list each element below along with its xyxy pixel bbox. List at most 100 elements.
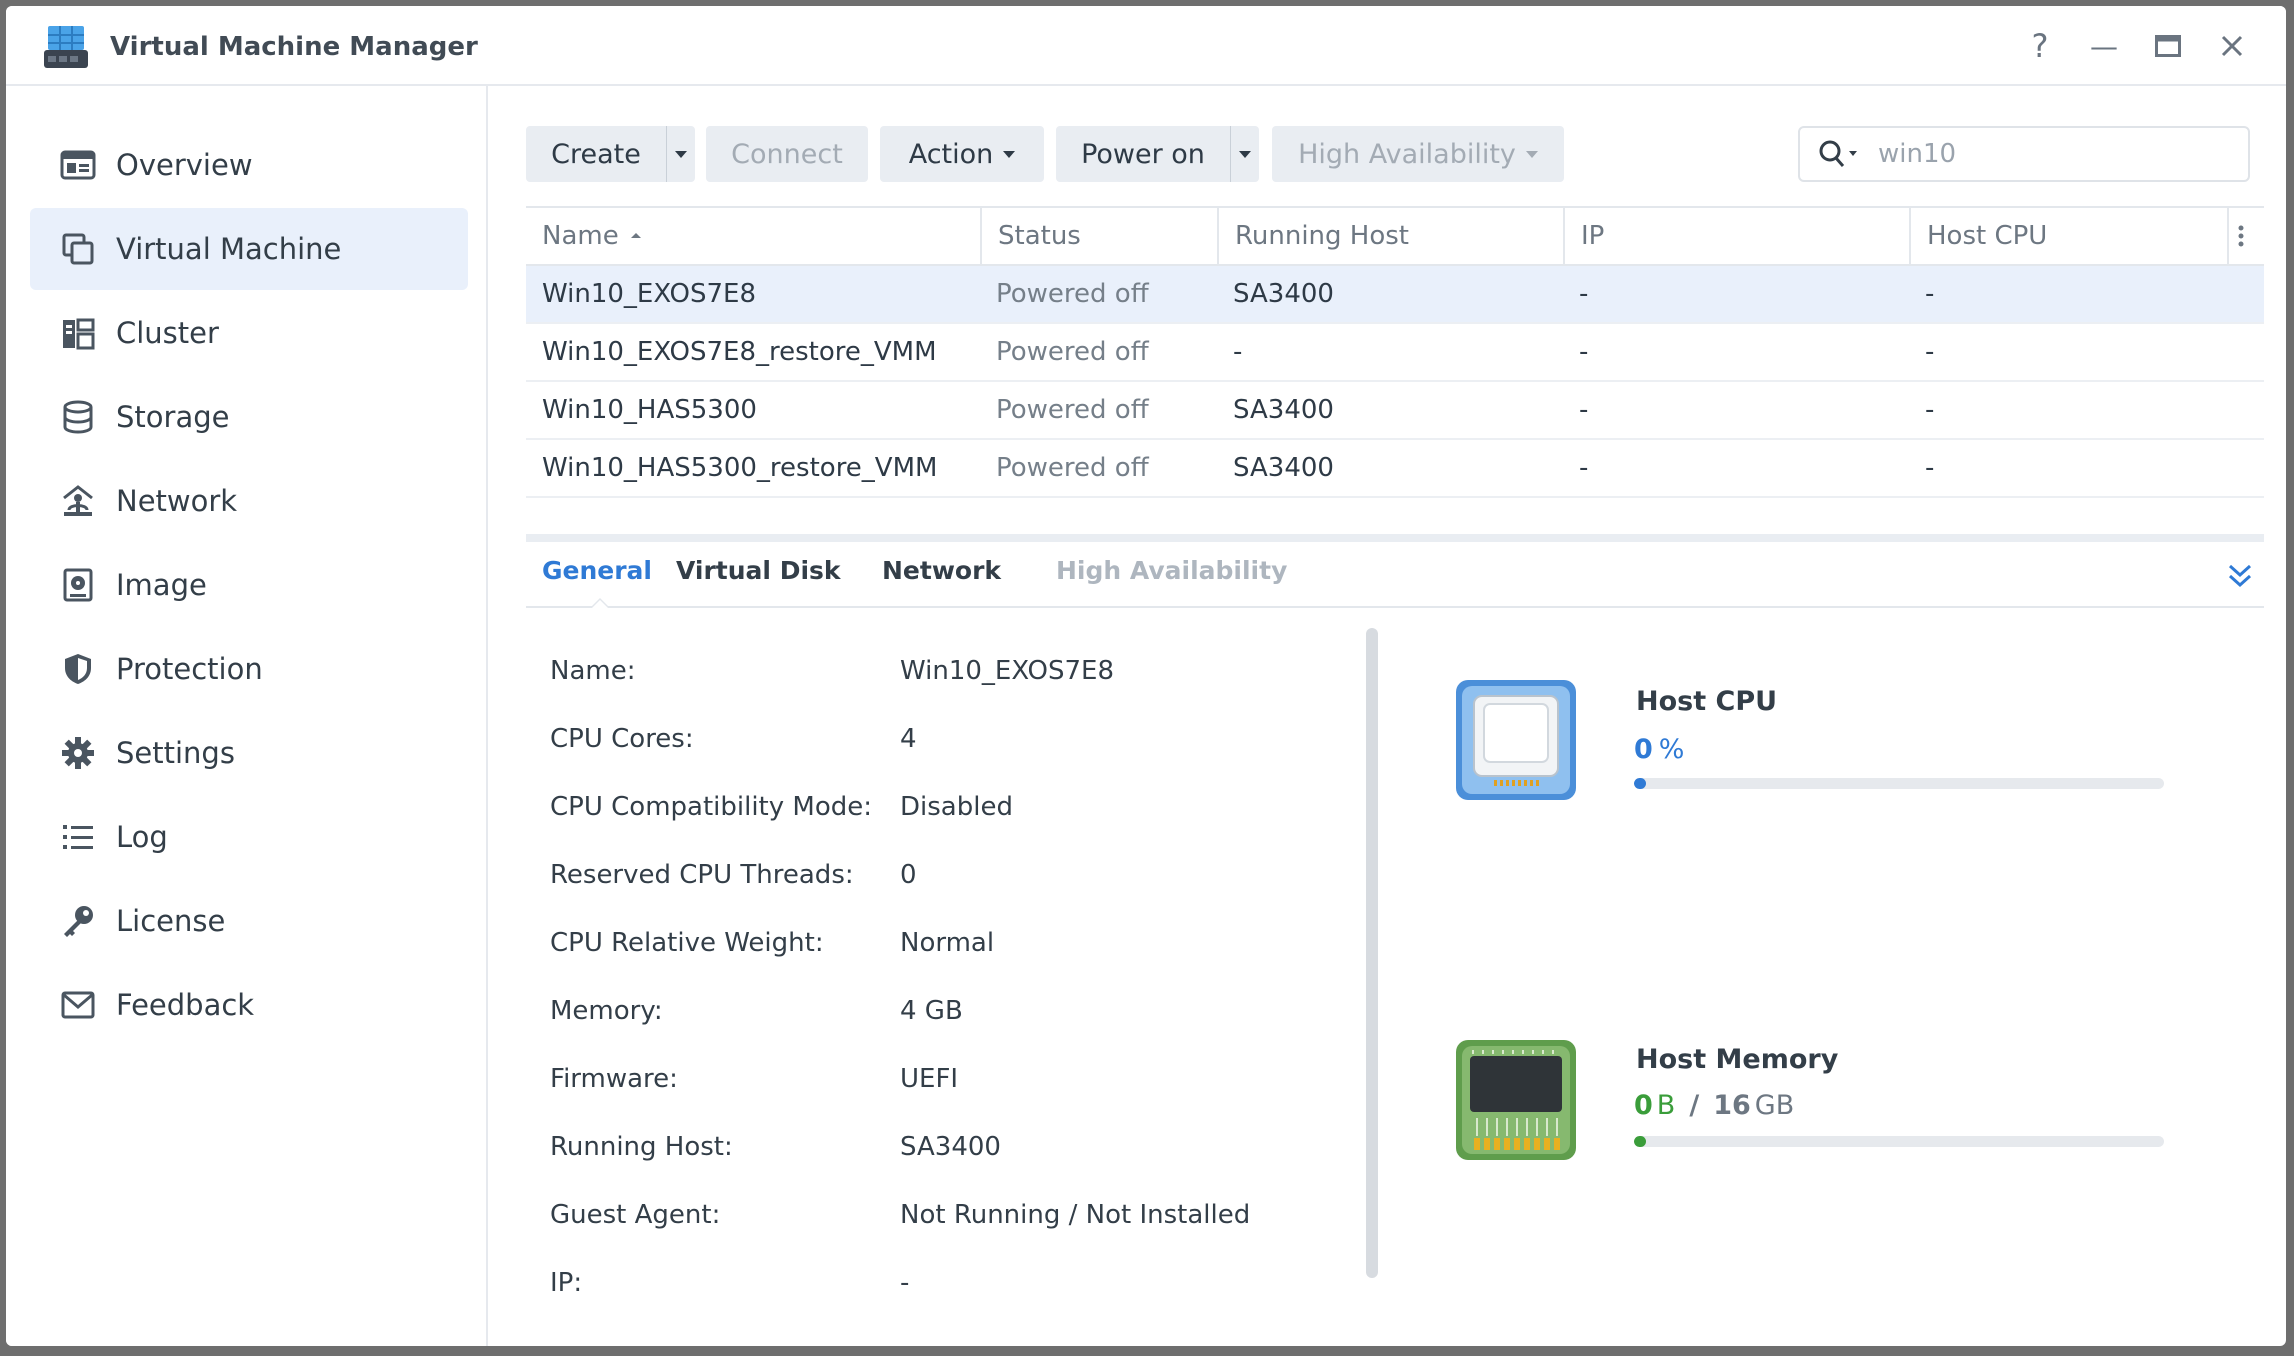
sidebar-item-image[interactable]: Image	[30, 544, 468, 626]
gear-icon	[58, 733, 98, 773]
host-memory-separator: /	[1689, 1090, 1700, 1121]
vm-ip: -	[1579, 453, 1589, 483]
table-row[interactable]: Win10_EXOS7E8_restore_VMM Powered off - …	[526, 324, 2264, 382]
search-icon[interactable]	[1818, 139, 1864, 169]
vm-host-cpu: -	[1925, 453, 1935, 483]
vm-name: Win10_HAS5300	[542, 395, 757, 425]
sidebar-item-label: Virtual Machine	[116, 232, 342, 266]
column-header-ip[interactable]: IP	[1563, 208, 1909, 264]
host-memory-total: 16	[1713, 1090, 1751, 1121]
shield-icon	[58, 649, 98, 689]
tab-network[interactable]: Network	[882, 556, 1001, 585]
sidebar-item-feedback[interactable]: Feedback	[30, 964, 468, 1046]
vmm-app-icon	[44, 26, 88, 68]
vm-running-host: SA3400	[1233, 395, 1334, 425]
search-input[interactable]	[1876, 138, 2200, 170]
chevron-down-icon	[1239, 150, 1251, 158]
host-cpu-progress-bar	[1634, 778, 2164, 789]
vm-host-cpu: -	[1925, 395, 1935, 425]
table-row[interactable]: Win10_HAS5300_restore_VMM Powered off SA…	[526, 440, 2264, 498]
vm-status: Powered off	[996, 337, 1149, 367]
create-dropdown-button[interactable]	[666, 126, 695, 182]
column-header-status[interactable]: Status	[980, 208, 1217, 264]
property-value: 4	[900, 724, 917, 754]
collapse-panel-icon[interactable]	[2226, 562, 2254, 590]
active-tab-indicator	[590, 598, 610, 608]
sidebar-item-label: Image	[116, 568, 207, 602]
property-label: Guest Agent:	[550, 1200, 721, 1230]
maximize-button[interactable]	[2144, 22, 2192, 70]
minimize-button[interactable]: —	[2080, 22, 2128, 70]
property-label: Reserved CPU Threads:	[550, 860, 854, 890]
property-value: 0	[900, 860, 917, 890]
sidebar-item-virtual-machine[interactable]: Virtual Machine	[30, 208, 468, 290]
vm-table: Name Status Running Host IP Host CPU Win…	[526, 206, 2264, 498]
column-header-running-host[interactable]: Running Host	[1217, 208, 1563, 264]
host-memory-progress-bar	[1634, 1136, 2164, 1147]
vm-running-host: SA3400	[1233, 453, 1334, 483]
search-box[interactable]	[1798, 126, 2250, 182]
vm-name: Win10_EXOS7E8_restore_VMM	[542, 337, 937, 367]
power-on-button[interactable]: Power on	[1056, 126, 1230, 182]
cpu-chip-icon	[1456, 680, 1576, 800]
table-row[interactable]: Win10_HAS5300 Powered off SA3400 - -	[526, 382, 2264, 440]
tab-general[interactable]: General	[542, 556, 652, 585]
sidebar-item-settings[interactable]: Settings	[30, 712, 468, 794]
property-label: CPU Cores:	[550, 724, 694, 754]
vm-ip: -	[1579, 337, 1589, 367]
sidebar-item-label: Network	[116, 484, 238, 518]
properties-scrollbar[interactable]	[1366, 628, 1378, 1278]
column-options-button[interactable]	[2227, 208, 2264, 264]
action-button[interactable]: Action	[880, 126, 1044, 182]
host-cpu-value: 0	[1634, 734, 1653, 765]
high-availability-button[interactable]: High Availability	[1272, 126, 1564, 182]
sidebar-item-license[interactable]: License	[30, 880, 468, 962]
property-value: SA3400	[900, 1132, 1001, 1162]
column-header-host-cpu[interactable]: Host CPU	[1909, 208, 2227, 264]
host-cpu-unit: %	[1658, 734, 1685, 765]
power-on-dropdown-button[interactable]	[1230, 126, 1259, 182]
sidebar-item-network[interactable]: Network	[30, 460, 468, 542]
host-cpu-progress-fill	[1634, 778, 1646, 789]
network-icon	[58, 481, 98, 521]
property-value: -	[900, 1268, 910, 1298]
close-button[interactable]	[2208, 22, 2256, 70]
tab-virtual-disk[interactable]: Virtual Disk	[676, 556, 841, 585]
panel-splitter[interactable]	[526, 534, 2264, 542]
tab-high-availability[interactable]: High Availability	[1056, 556, 1287, 585]
sidebar-item-storage[interactable]: Storage	[30, 376, 468, 458]
sidebar-item-label: Feedback	[116, 988, 255, 1022]
sort-ascending-icon	[630, 233, 641, 238]
sidebar-item-label: Log	[116, 820, 168, 854]
host-cpu-usage: 0%	[1634, 734, 1684, 765]
maximize-icon	[2155, 35, 2181, 57]
property-value: Normal	[900, 928, 995, 958]
help-button[interactable]: ?	[2016, 22, 2064, 70]
property-value: Not Running / Not Installed	[900, 1200, 1251, 1230]
key-icon	[58, 901, 98, 941]
sidebar-item-overview[interactable]: Overview	[30, 124, 468, 206]
image-icon	[58, 565, 98, 605]
host-memory-used-unit: B	[1656, 1090, 1676, 1121]
vm-name: Win10_EXOS7E8	[542, 279, 756, 309]
high-availability-button-label: High Availability	[1298, 138, 1516, 170]
property-label: IP:	[550, 1268, 583, 1298]
table-row[interactable]: Win10_EXOS7E8 Powered off SA3400 - -	[526, 266, 2264, 324]
sidebar: Overview Virtual Machine Cluster Storage…	[6, 86, 488, 1346]
sidebar-item-protection[interactable]: Protection	[30, 628, 468, 710]
sidebar-item-log[interactable]: Log	[30, 796, 468, 878]
vm-name: Win10_HAS5300_restore_VMM	[542, 453, 938, 483]
property-label: Firmware:	[550, 1064, 678, 1094]
create-button[interactable]: Create	[526, 126, 666, 182]
vm-running-host: -	[1233, 337, 1243, 367]
property-value: UEFI	[900, 1064, 959, 1094]
vm-host-cpu: -	[1925, 337, 1935, 367]
column-header-name[interactable]: Name	[526, 208, 980, 264]
chevron-down-icon	[1003, 150, 1016, 158]
sidebar-item-label: Overview	[116, 148, 253, 182]
property-value: 4 GB	[900, 996, 963, 1026]
connect-button[interactable]: Connect	[706, 126, 868, 182]
property-label: Running Host:	[550, 1132, 733, 1162]
title-bar: Virtual Machine Manager ? —	[6, 6, 2286, 86]
sidebar-item-cluster[interactable]: Cluster	[30, 292, 468, 374]
